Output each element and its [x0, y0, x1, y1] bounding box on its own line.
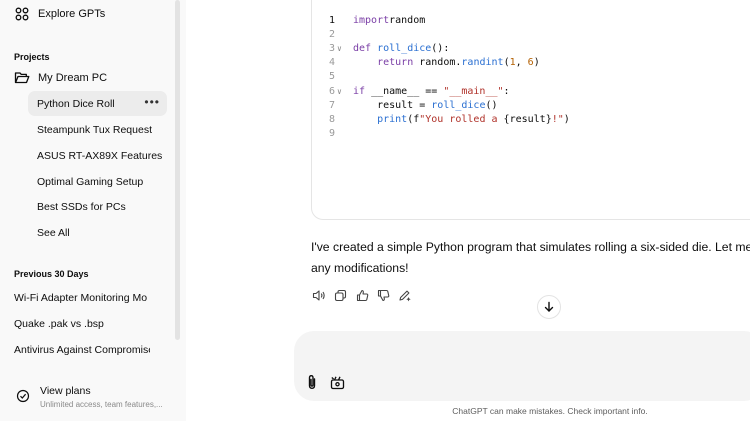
thumbs-up-icon[interactable] — [354, 287, 370, 303]
project-label: My Dream PC — [38, 72, 108, 84]
explore-gpts-item[interactable]: Explore GPTs — [14, 2, 105, 26]
fold-chevron-icon[interactable]: ∨ — [337, 85, 342, 99]
message-line: any modifications! — [311, 261, 409, 275]
line-number: 4 — [328, 57, 335, 69]
message-composer[interactable] — [294, 331, 750, 401]
code-text: if __name__ == "__main__": — [353, 85, 510, 97]
copy-icon[interactable] — [333, 287, 349, 303]
code-line: 5 — [325, 70, 745, 84]
history-item[interactable]: Antivirus Against Compromise — [14, 339, 150, 361]
line-number: 1 — [328, 15, 335, 26]
more-options-icon[interactable]: ••• — [144, 95, 160, 109]
scroll-to-bottom-button[interactable] — [537, 295, 561, 319]
arrow-down-icon — [543, 301, 555, 313]
line-number: 3 — [328, 43, 335, 55]
code-line: 7 result = roll_dice() — [325, 99, 745, 113]
code-text: return random.randint(1, 6) — [377, 57, 540, 69]
see-all-link[interactable]: See All — [28, 220, 167, 245]
code-line: 6 ∨ if __name__ == "__main__": — [325, 85, 745, 99]
history-item[interactable]: Quake .pak vs .bsp — [14, 313, 150, 335]
line-number: 5 — [328, 71, 335, 83]
folder-icon — [14, 70, 30, 86]
project-chat-steampunk-tux[interactable]: Steampunk Tux Request — [28, 117, 167, 142]
line-number: 7 — [328, 99, 335, 111]
code-text: result = roll_dice() — [353, 99, 498, 111]
fold-chevron-icon[interactable]: ∨ — [337, 42, 342, 56]
chat-label: Steampunk Tux Request — [37, 123, 152, 136]
plans-icon — [16, 389, 32, 405]
thumbs-down-icon[interactable] — [376, 287, 392, 303]
code-line: 9 — [325, 127, 745, 141]
chat-label: Python Dice Roll — [37, 97, 115, 110]
chat-label: Optimal Gaming Setup — [37, 175, 144, 188]
code-text: importrandom — [353, 15, 426, 26]
project-chat-best-ssds[interactable]: Best SSDs for PCs — [28, 194, 167, 219]
previous-30-days-heading: Previous 30 Days — [14, 269, 89, 279]
disclaimer-text: ChatGPT can make mistakes. Check importa… — [452, 406, 648, 416]
speaker-icon[interactable] — [311, 287, 327, 303]
code-line: 4 return random.randint(1, 6) — [325, 56, 745, 70]
project-my-dream-pc[interactable]: My Dream PC — [14, 66, 107, 90]
project-chat-asus-router[interactable]: ASUS RT-AX89X Features — [28, 143, 167, 168]
project-chat-python-dice-roll[interactable]: Python Dice Roll ••• — [28, 91, 167, 116]
message-line: I've created a simple Python program tha… — [311, 240, 750, 254]
sidebar: Explore GPTs Projects My Dream PC Python… — [0, 0, 186, 421]
line-number: 6 — [328, 85, 335, 97]
history-item[interactable]: Wi-Fi Adapter Monitoring Mo — [14, 287, 150, 309]
code-line: 1 importrandom — [325, 14, 745, 28]
projects-heading: Projects — [14, 52, 50, 62]
assistant-message: I've created a simple Python program tha… — [311, 237, 750, 279]
edit-icon[interactable] — [397, 287, 413, 303]
chat-label: Best SSDs for PCs — [37, 200, 126, 213]
sidebar-scrollbar[interactable] — [175, 0, 180, 340]
plans-subtitle: Unlimited access, team features,... — [40, 400, 163, 409]
code-text: def roll_dice(): — [353, 43, 450, 55]
tools-icon[interactable] — [328, 373, 346, 391]
code-line: 8 print(f"You rolled a {result}!") — [325, 113, 745, 127]
project-chat-gaming-setup[interactable]: Optimal Gaming Setup — [28, 169, 167, 194]
code-line: 2 — [325, 28, 745, 42]
view-plans-button[interactable]: View plans Unlimited access, team featur… — [14, 383, 182, 413]
chat-label: ASUS RT-AX89X Features — [37, 149, 163, 162]
plans-title: View plans — [40, 385, 91, 397]
explore-gpts-label: Explore GPTs — [38, 8, 106, 20]
message-actions — [311, 287, 419, 303]
code-text: print(f"You rolled a {result}!") — [377, 113, 570, 125]
code-line: 3 ∨ def roll_dice(): — [325, 42, 745, 56]
attach-icon[interactable] — [303, 373, 321, 391]
line-number: 2 — [328, 29, 335, 41]
line-number: 8 — [328, 113, 335, 125]
grid-icon — [14, 6, 30, 22]
see-all-label: See All — [37, 226, 70, 239]
line-number: 9 — [328, 127, 335, 139]
